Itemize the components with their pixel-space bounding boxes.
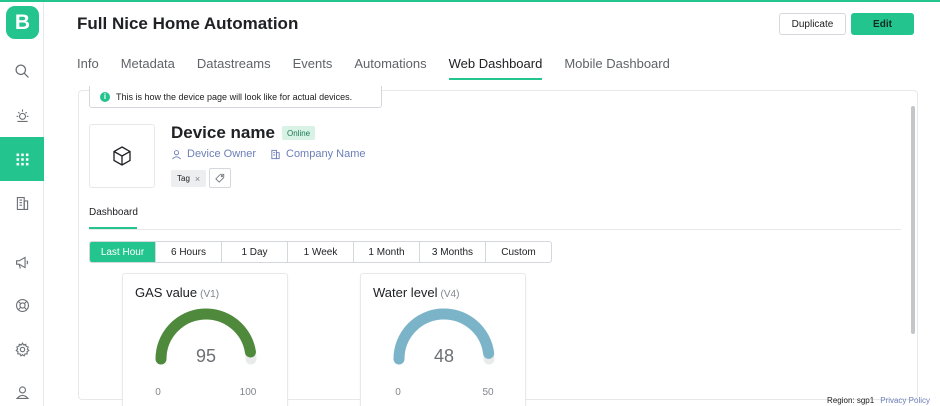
- range-1-week[interactable]: 1 Week: [288, 242, 354, 262]
- sidebar-item-settings[interactable]: [0, 327, 44, 371]
- gauge-value: 48: [434, 346, 454, 366]
- device-image: [89, 124, 155, 188]
- range-last-hour[interactable]: Last Hour: [90, 242, 156, 262]
- device-owner-label: Device Owner: [187, 148, 257, 160]
- tab-mobile-dashboard[interactable]: Mobile Dashboard: [564, 56, 670, 80]
- company-name-link[interactable]: Company Name: [270, 148, 365, 160]
- info-icon: i: [100, 91, 110, 102]
- sidebar-item-help[interactable]: [0, 283, 44, 327]
- device-owner-link[interactable]: Device Owner: [171, 148, 256, 160]
- duplicate-button[interactable]: Duplicate: [779, 13, 846, 35]
- tab-info[interactable]: Info: [77, 56, 99, 80]
- app-logo[interactable]: B: [6, 6, 39, 39]
- sidebar-item-templates[interactable]: [0, 137, 44, 181]
- range-1-day[interactable]: 1 Day: [222, 242, 288, 262]
- gauge-widget[interactable]: Water level (V4) 48 0 50: [360, 273, 526, 406]
- gauge-min: 0: [155, 387, 161, 398]
- device-tag[interactable]: Tag ×: [171, 170, 207, 187]
- gear-icon: [14, 341, 30, 357]
- sidebar-item-announcements[interactable]: [0, 240, 44, 284]
- close-icon[interactable]: ×: [195, 174, 200, 184]
- gauge: 95 0 100: [155, 308, 257, 398]
- range-3-months[interactable]: 3 Months: [420, 242, 486, 262]
- gauge-max: 50: [482, 387, 494, 398]
- page-title: Full Nice Home Automation: [77, 14, 299, 33]
- grid-icon: [16, 153, 28, 165]
- lifebuoy-icon: [15, 298, 29, 312]
- tab-automations[interactable]: Automations: [354, 56, 426, 80]
- sidebar-item-developer[interactable]: [0, 93, 44, 137]
- search-icon: [14, 63, 29, 78]
- search-button[interactable]: [0, 49, 44, 93]
- sidebar-item-organizations[interactable]: [0, 181, 44, 225]
- megaphone-icon: [15, 255, 28, 269]
- user-icon: [172, 149, 181, 159]
- time-range-selector: Last Hour 6 Hours 1 Day 1 Week 1 Month 3…: [89, 241, 552, 263]
- gauge: 48 0 50: [393, 308, 495, 398]
- gauge-max: 100: [240, 387, 257, 398]
- tab-datastreams[interactable]: Datastreams: [197, 56, 271, 80]
- info-banner: i This is how the device page will look …: [89, 86, 382, 108]
- region-label: Region: sgp1: [827, 396, 875, 405]
- range-custom[interactable]: Custom: [486, 242, 551, 262]
- page: B Full Nice Home Automation Duplicate Ed…: [0, 0, 940, 406]
- template-tabs: Info Metadata Datastreams Events Automat…: [77, 56, 692, 80]
- range-6-hours[interactable]: 6 Hours: [156, 242, 222, 262]
- gauge-widget[interactable]: GAS value (V1) 95 0 100: [122, 273, 288, 406]
- user-icon: [15, 385, 29, 399]
- building-icon: [16, 196, 28, 210]
- scrollbar[interactable]: [911, 106, 915, 334]
- sidebar: B: [0, 2, 44, 406]
- tab-dashboard[interactable]: Dashboard: [89, 207, 138, 218]
- sun-icon: [16, 109, 28, 122]
- sidebar-item-profile[interactable]: [0, 370, 44, 406]
- info-banner-text: This is how the device page will look li…: [116, 91, 353, 102]
- tab-events[interactable]: Events: [293, 56, 333, 80]
- tag-icon: [215, 173, 225, 183]
- gauge-value: 95: [196, 346, 216, 366]
- device-name: Device name: [171, 123, 275, 142]
- range-1-month[interactable]: 1 Month: [354, 242, 420, 262]
- cube-icon: [113, 146, 131, 166]
- tab-web-dashboard[interactable]: Web Dashboard: [448, 56, 542, 80]
- company-name-label: Company Name: [286, 148, 366, 160]
- gauge-min: 0: [395, 387, 401, 398]
- building-icon: [271, 149, 280, 159]
- add-tag-button[interactable]: [209, 168, 231, 188]
- tab-metadata[interactable]: Metadata: [121, 56, 175, 80]
- divider: [89, 229, 901, 230]
- edit-button[interactable]: Edit: [851, 13, 914, 35]
- footer: Region: sgp1 Privacy Policy: [827, 396, 930, 405]
- tag-label: Tag: [177, 174, 190, 183]
- status-badge: Online: [282, 126, 316, 140]
- privacy-policy-link[interactable]: Privacy Policy: [880, 396, 930, 405]
